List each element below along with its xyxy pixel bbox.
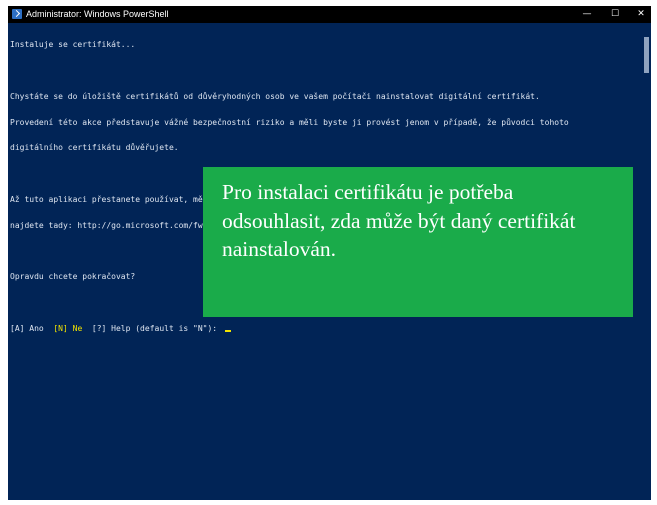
text-cursor: [224, 329, 231, 332]
maximize-button[interactable]: ☐: [601, 6, 629, 23]
option-help: [?] Help (default is "N"):: [91, 323, 222, 333]
minimize-button[interactable]: —: [573, 6, 601, 23]
scrollbar-thumb[interactable]: [644, 37, 649, 73]
console-line: Instaluje se certifikát...: [10, 40, 136, 50]
option-no-default: [N] Ne: [53, 323, 92, 333]
console-line: Chystáte se do úložiště certifikátů od d…: [10, 91, 540, 101]
close-button[interactable]: ✕: [627, 6, 651, 23]
title-bar[interactable]: Administrator: Windows PowerShell — ☐ ✕: [8, 6, 651, 23]
window-title: Administrator: Windows PowerShell: [26, 9, 169, 19]
prompt-line[interactable]: [A] Ano [N] Ne [?] Help (default is "N")…: [10, 323, 640, 334]
vertical-scrollbar[interactable]: [642, 23, 651, 500]
console-line: digitálního certifikátu důvěřujete.: [10, 143, 179, 153]
option-yes: [A] Ano: [10, 323, 54, 333]
instruction-callout: Pro instalaci certifikátu je potřeba ods…: [203, 167, 633, 317]
powershell-icon: [12, 9, 22, 19]
console-line: Provedení této akce představuje vážné be…: [10, 117, 569, 127]
